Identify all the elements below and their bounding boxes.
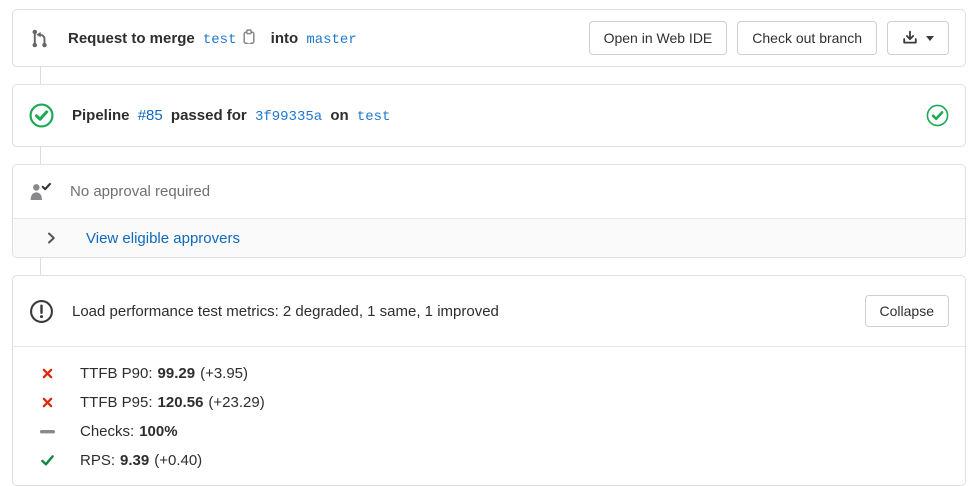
approval-status-row: No approval required	[13, 165, 965, 218]
mr-into-label: into	[271, 30, 299, 47]
pipeline-passed-icon	[29, 103, 54, 128]
metric-improved-check-icon	[41, 455, 54, 466]
approval-status-text: No approval required	[70, 183, 210, 200]
metric-value: 9.39	[120, 452, 149, 469]
mr-title: Request to merge test into master	[68, 29, 361, 48]
metric-value: 99.29	[158, 365, 196, 382]
mr-header-actions: Open in Web IDE Check out branch	[589, 21, 949, 55]
metric-degraded-x-icon	[42, 397, 53, 408]
pipeline-label: Pipeline	[72, 107, 130, 124]
metric-delta: (+23.29)	[208, 394, 264, 411]
metric-row: TTFB P95: 120.56 (+23.29)	[13, 388, 965, 417]
metric-same-dash-icon	[40, 430, 55, 434]
pipeline-status-text: Pipeline #85 passed for 3f99335a on test	[72, 107, 394, 125]
open-web-ide-button[interactable]: Open in Web IDE	[589, 21, 728, 55]
collapse-button[interactable]: Collapse	[865, 295, 949, 327]
metric-degraded-x-icon	[42, 368, 53, 379]
mr-title-prefix: Request to merge	[68, 30, 195, 47]
target-branch-link[interactable]: master	[306, 32, 356, 48]
checkout-branch-button[interactable]: Check out branch	[737, 21, 877, 55]
metric-label: RPS:	[80, 452, 115, 469]
pipeline-stage-icon[interactable]	[926, 104, 949, 127]
user-check-icon	[29, 182, 52, 202]
merge-request-icon	[29, 27, 50, 50]
metric-label: TTFB P90:	[80, 365, 153, 382]
metrics-list: TTFB P90: 99.29 (+3.95) TTFB P95: 120.56…	[13, 346, 965, 485]
download-button[interactable]	[887, 21, 949, 55]
section-connector	[40, 258, 41, 275]
pipeline-passed-label: passed for	[171, 107, 247, 124]
metric-row: Checks: 100%	[13, 417, 965, 446]
metric-row: RPS: 9.39 (+0.40)	[13, 446, 965, 475]
commit-sha-link[interactable]: 3f99335a	[255, 109, 322, 125]
exclamation-circle-icon	[29, 299, 54, 324]
metric-label: TTFB P95:	[80, 394, 153, 411]
metric-delta: (+0.40)	[154, 452, 202, 469]
approval-box: No approval required View eligible appro…	[12, 164, 966, 258]
pipeline-on-label: on	[330, 107, 348, 124]
metric-label: Checks:	[80, 423, 134, 440]
source-branch-link[interactable]: test	[203, 32, 237, 48]
mr-header-box: Request to merge test into master Open i…	[12, 9, 966, 67]
merge-request-page: { "merge_request": { "title_prefix": "Re…	[0, 0, 978, 486]
approval-expand-row[interactable]: View eligible approvers	[13, 218, 965, 257]
load-performance-summary: Load performance test metrics: 2 degrade…	[72, 303, 499, 320]
metric-delta: (+3.95)	[200, 365, 248, 382]
load-performance-header: Load performance test metrics: 2 degrade…	[13, 276, 965, 346]
section-connector	[40, 67, 41, 84]
metric-value: 120.56	[158, 394, 204, 411]
metric-value: 100%	[139, 423, 177, 440]
metric-row: TTFB P90: 99.29 (+3.95)	[13, 359, 965, 388]
pipeline-branch-link[interactable]: test	[357, 109, 391, 125]
chevron-right-icon[interactable]	[47, 232, 56, 244]
pipeline-id-link[interactable]: #85	[138, 107, 163, 124]
caret-down-icon	[926, 36, 934, 41]
copy-branch-icon[interactable]	[242, 29, 256, 45]
download-icon	[902, 30, 918, 46]
view-eligible-approvers-link[interactable]: View eligible approvers	[86, 230, 240, 247]
load-performance-box: Load performance test metrics: 2 degrade…	[12, 275, 966, 486]
section-connector	[40, 147, 41, 164]
pipeline-box: Pipeline #85 passed for 3f99335a on test	[12, 84, 966, 147]
